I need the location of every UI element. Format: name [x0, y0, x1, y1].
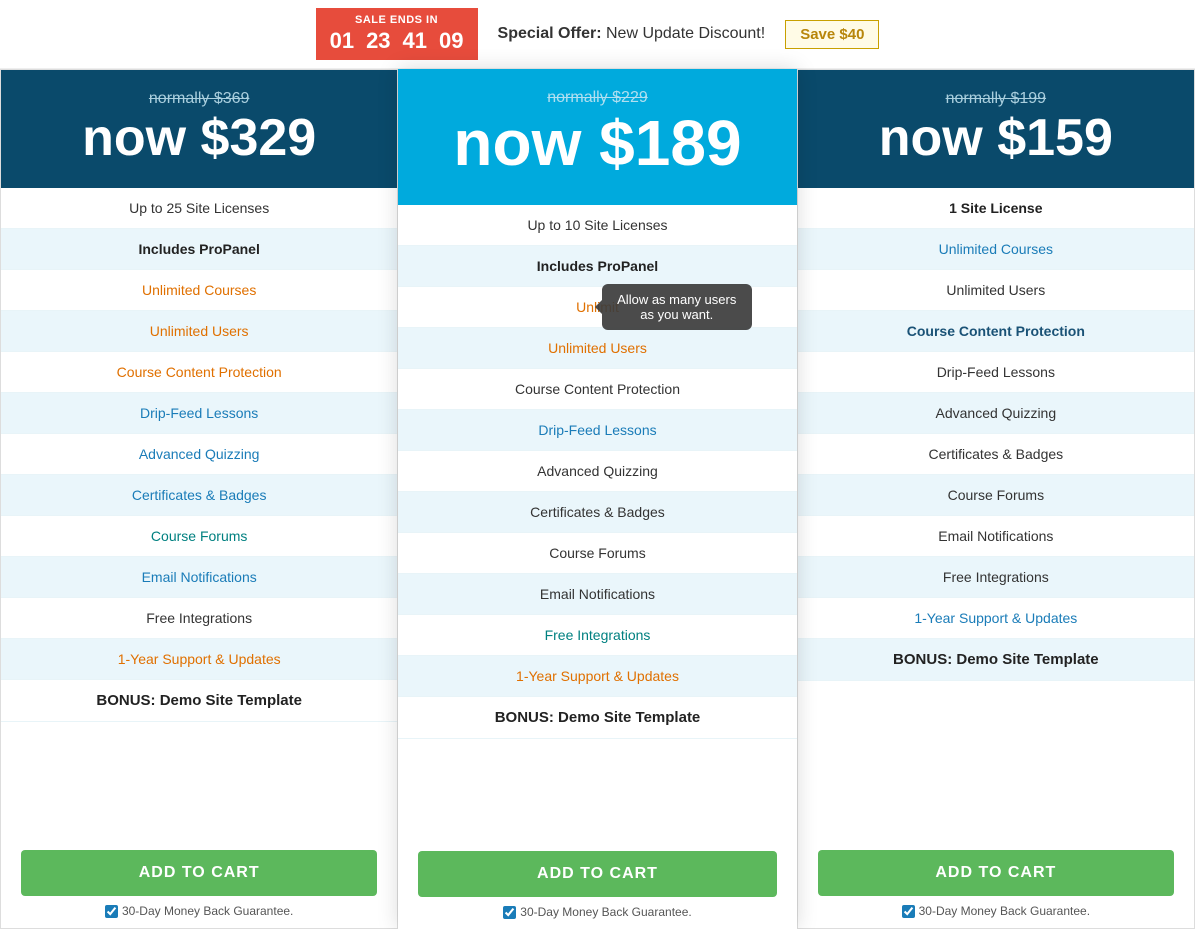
feature-item: Free Integrations [798, 557, 1194, 598]
plan-plan-25: normally $369 now $329 Up to 25 Site Licen… [0, 69, 398, 929]
feature-item: Certificates & Badges [798, 434, 1194, 475]
countdown-h: 01 [330, 28, 354, 54]
feature-item: Drip-Feed Lessons [798, 352, 1194, 393]
feature-item: Course Forums [798, 475, 1194, 516]
add-to-cart-button[interactable]: ADD TO CART [21, 850, 377, 896]
plan-header-0: normally $369 now $329 [1, 70, 397, 188]
feature-item: Up to 25 Site Licenses [1, 188, 397, 229]
feature-item: Advanced Quizzing [798, 393, 1194, 434]
tooltip-box: Allow as many users as you want. [602, 284, 752, 330]
feature-item: 1 Site License [798, 188, 1194, 229]
feature-item: 1-Year Support & Updates [1, 639, 397, 680]
guarantee-checkbox[interactable] [902, 905, 915, 918]
plan-plan-10: normally $229 now $189 Up to 10 Site Licen… [398, 69, 796, 929]
feature-item: BONUS: Demo Site Template [798, 639, 1194, 681]
guarantee-checkbox[interactable] [105, 905, 118, 918]
save-button[interactable]: Save $40 [785, 20, 879, 49]
feature-item: Advanced Quizzing [398, 451, 796, 492]
feature-item: Free Integrations [1, 598, 397, 639]
countdown-s1: 41 [403, 28, 427, 54]
guarantee-text: 30-Day Money Back Guarantee. [818, 904, 1174, 918]
guarantee-label: 30-Day Money Back Guarantee. [919, 904, 1090, 918]
feature-item: BONUS: Demo Site Template [398, 697, 796, 739]
features-list: Up to 25 Site LicensesIncludes ProPanelU… [1, 188, 397, 834]
guarantee-label: 30-Day Money Back Guarantee. [122, 904, 293, 918]
feature-item: Email Notifications [398, 574, 796, 615]
feature-item: Includes ProPanel [1, 229, 397, 270]
plan-footer: ADD TO CART 30-Day Money Back Guarantee. [798, 834, 1194, 928]
original-price: normally $199 [818, 90, 1174, 108]
sale-label: SALE ENDS IN [330, 14, 464, 26]
features-list: 1 Site LicenseUnlimited CoursesUnlimited… [798, 188, 1194, 834]
plan-footer: ADD TO CART 30-Day Money Back Guarantee. [1, 834, 397, 928]
feature-item: Drip-Feed Lessons [398, 410, 796, 451]
feature-item: Unlimited Courses [798, 229, 1194, 270]
tooltip-trigger: UnlimitAllow as many users as you want. [576, 299, 619, 315]
feature-item: 1-Year Support & Updates [798, 598, 1194, 639]
sale-badge: SALE ENDS IN 01 23 41 09 [316, 8, 478, 60]
feature-item: Email Notifications [798, 516, 1194, 557]
feature-item: Course Content Protection [1, 352, 397, 393]
feature-item: Unlimited Users [398, 328, 796, 369]
countdown-m: 23 [366, 28, 390, 54]
features-list: Up to 10 Site LicensesIncludes ProPanel U… [398, 205, 796, 835]
feature-item: BONUS: Demo Site Template [1, 680, 397, 722]
feature-item: Drip-Feed Lessons [1, 393, 397, 434]
original-price: normally $369 [21, 90, 377, 108]
add-to-cart-button[interactable]: ADD TO CART [818, 850, 1174, 896]
feature-item: Includes ProPanel [398, 246, 796, 287]
feature-item: UnlimitAllow as many users as you want. [398, 287, 796, 328]
guarantee-label: 30-Day Money Back Guarantee. [520, 905, 691, 919]
plan-footer: ADD TO CART 30-Day Money Back Guarantee. [398, 835, 796, 929]
feature-item: Advanced Quizzing [1, 434, 397, 475]
pricing-grid: normally $369 now $329 Up to 25 Site Licen… [0, 69, 1195, 929]
feature-item: Course Content Protection [798, 311, 1194, 352]
feature-item: Certificates & Badges [1, 475, 397, 516]
add-to-cart-button[interactable]: ADD TO CART [418, 851, 776, 897]
now-price: now $189 [418, 111, 776, 175]
feature-item: Course Forums [1, 516, 397, 557]
guarantee-text: 30-Day Money Back Guarantee. [21, 904, 377, 918]
now-price: now $159 [818, 112, 1174, 164]
feature-item: Course Forums [398, 533, 796, 574]
top-bar: SALE ENDS IN 01 23 41 09 Special Offer: … [0, 0, 1195, 69]
countdown: 01 23 41 09 [330, 28, 464, 54]
feature-item: Free Integrations [398, 615, 796, 656]
countdown-s2: 09 [439, 28, 463, 54]
plan-header-1: normally $229 now $189 [398, 69, 796, 205]
feature-item: Unlimited Courses [1, 270, 397, 311]
feature-item: Certificates & Badges [398, 492, 796, 533]
feature-item: 1-Year Support & Updates [398, 656, 796, 697]
feature-item: Unlimited Users [1, 311, 397, 352]
feature-item: Email Notifications [1, 557, 397, 598]
plan-header-2: normally $199 now $159 [798, 70, 1194, 188]
feature-item: Up to 10 Site Licenses [398, 205, 796, 246]
original-price: normally $229 [418, 89, 776, 107]
plan-plan-1: normally $199now $1591 Site LicenseUnlim… [797, 69, 1195, 929]
feature-item: Course Content Protection [398, 369, 796, 410]
guarantee-checkbox[interactable] [503, 906, 516, 919]
now-price: now $329 [21, 112, 377, 164]
special-offer-text: Special Offer: New Update Discount! [498, 25, 766, 43]
feature-item: Unlimited Users [798, 270, 1194, 311]
guarantee-text: 30-Day Money Back Guarantee. [418, 905, 776, 919]
